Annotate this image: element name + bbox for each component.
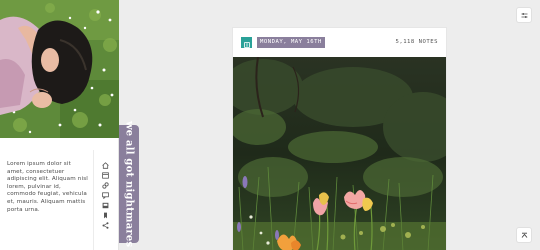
home-icon[interactable] — [100, 161, 110, 169]
post-date[interactable]: MONDAY, MAY 16TH — [257, 37, 325, 48]
archive-icon[interactable] — [100, 171, 110, 179]
blog-description: Lorem ipsum dolor sit amet, consectetuer… — [7, 161, 88, 213]
header-image — [0, 0, 119, 138]
blog-title-tab[interactable]: we all got nightmares — [119, 121, 139, 247]
post-photo[interactable] — [233, 57, 446, 250]
tag-icon[interactable] — [100, 211, 110, 219]
link-icon[interactable] — [100, 181, 110, 189]
sidebar: Lorem ipsum dolor sit amet, consectetuer… — [0, 0, 119, 250]
inbox-icon[interactable] — [100, 201, 110, 209]
scroll-top-icon — [521, 232, 528, 239]
sliders-icon — [521, 12, 528, 19]
chat-icon[interactable] — [100, 191, 110, 199]
share-icon[interactable] — [100, 221, 110, 229]
sidebar-divider — [93, 150, 94, 250]
post-type-badge[interactable] — [241, 37, 252, 48]
post-header: MONDAY, MAY 16TH 5,118 NOTES — [233, 28, 446, 57]
post-card: MONDAY, MAY 16TH 5,118 NOTES — [232, 27, 447, 250]
notes-count[interactable]: 5,118 NOTES — [395, 37, 438, 48]
scroll-top-button[interactable] — [517, 228, 531, 242]
blog-title: we all got nightmares — [123, 120, 135, 248]
text-post-icon — [243, 33, 250, 52]
settings-button[interactable] — [517, 8, 531, 22]
icon-navigation — [100, 161, 110, 229]
